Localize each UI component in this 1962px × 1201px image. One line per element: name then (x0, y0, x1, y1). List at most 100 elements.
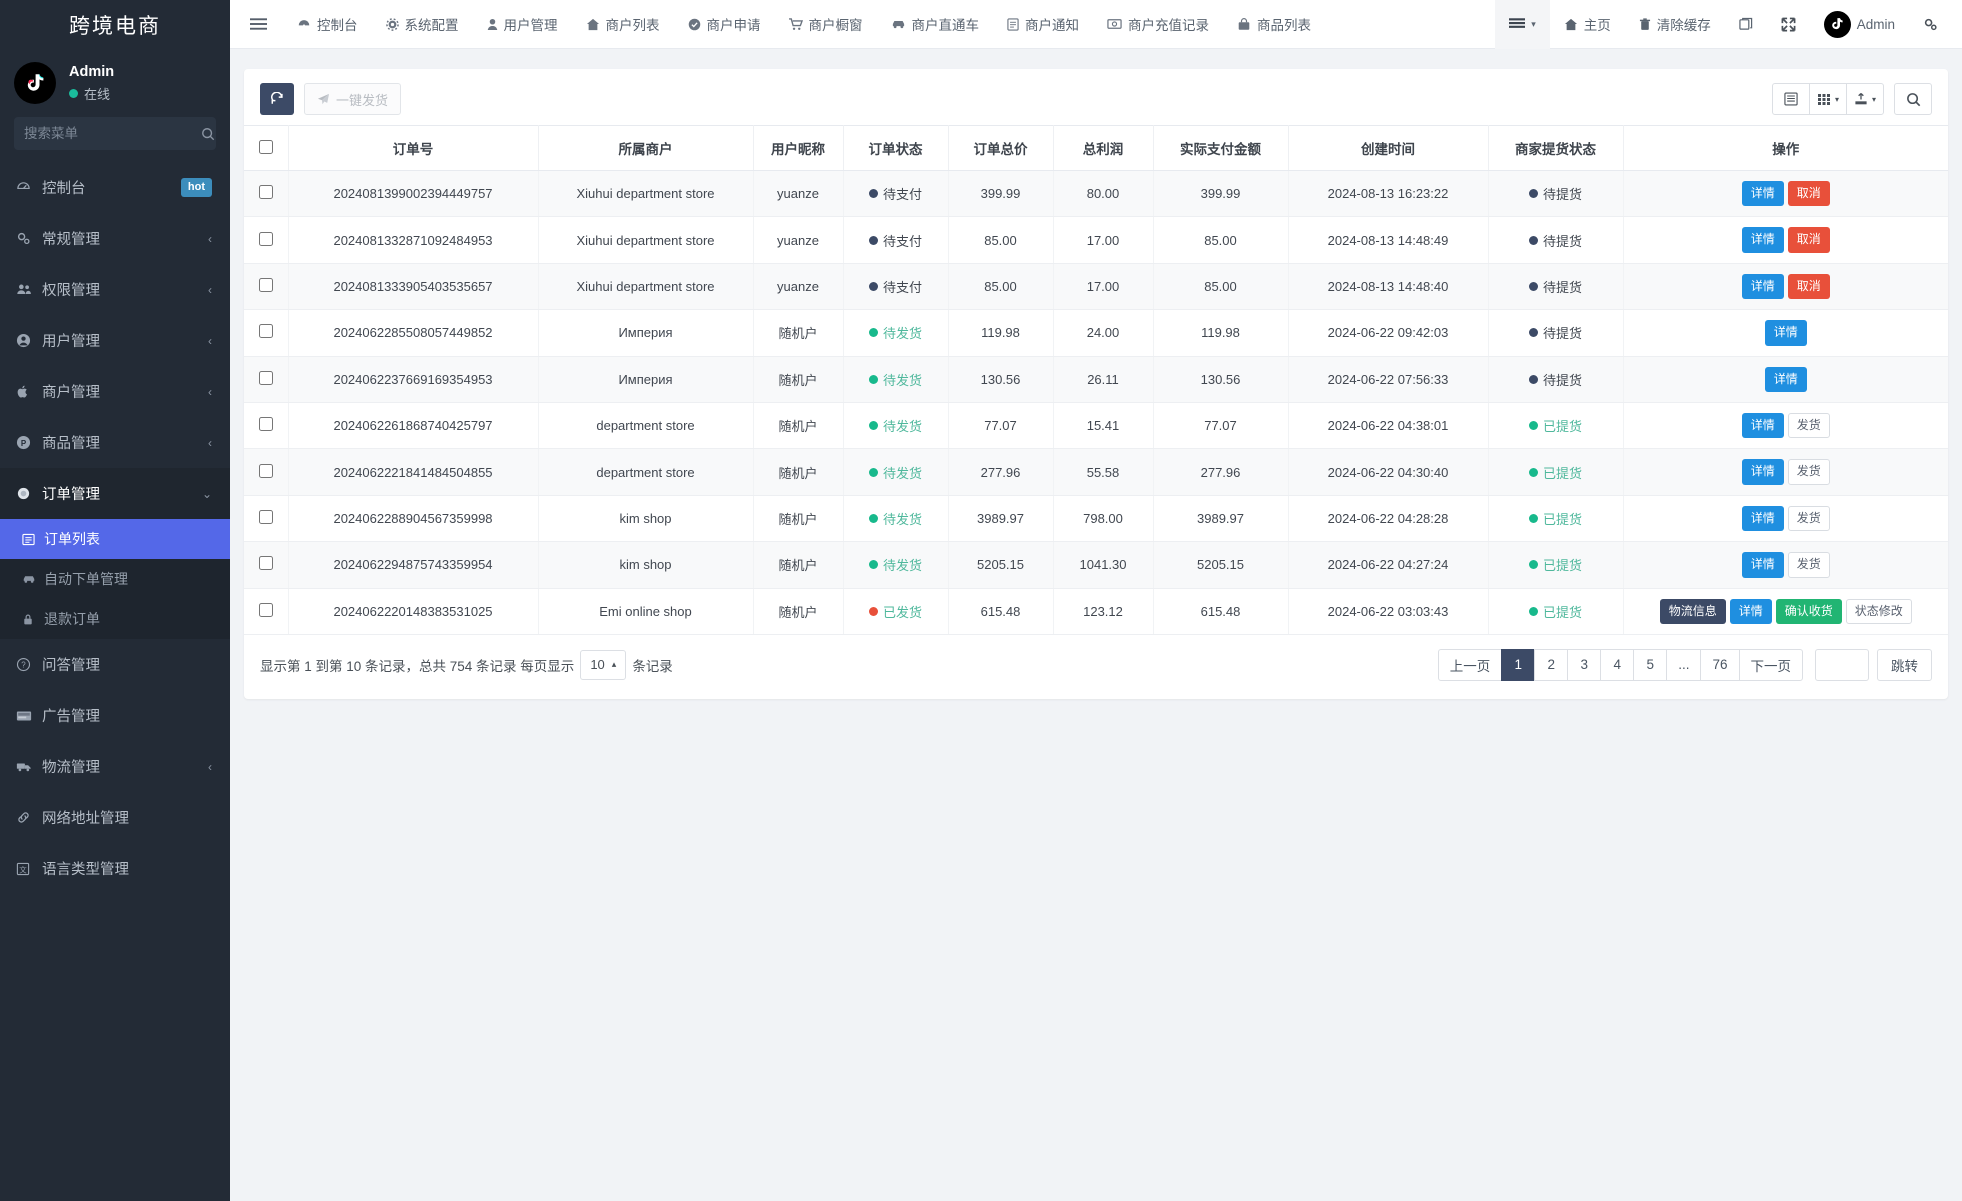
action-button-详情[interactable]: 详情 (1742, 506, 1784, 531)
page-button-1[interactable]: 1 (1501, 649, 1535, 681)
page-button-4[interactable]: 4 (1600, 649, 1634, 681)
sidebar-item-orders[interactable]: 订单管理 ⌄ (0, 468, 230, 519)
action-button-详情[interactable]: 详情 (1742, 181, 1784, 206)
nav-home-button[interactable]: 主页 (1550, 0, 1625, 49)
col-pickup-status[interactable]: 商家提货状态 (1488, 126, 1623, 171)
action-button-详情[interactable]: 详情 (1765, 320, 1807, 345)
sidebar-search-box[interactable] (14, 117, 216, 150)
action-button-详情[interactable]: 详情 (1730, 599, 1772, 624)
sidebar-item-logistics[interactable]: 物流管理 ‹ (0, 741, 230, 792)
nav-link-system-config[interactable]: 系统配置 (372, 0, 473, 49)
next-page-button[interactable]: 下一页 (1739, 649, 1804, 681)
sidebar-item-refund-order[interactable]: 退款订单 (0, 599, 230, 639)
table-row[interactable]: 2024081333905403535657Xiuhui department … (244, 263, 1948, 309)
col-order-total[interactable]: 订单总价 (948, 126, 1053, 171)
grid-icon[interactable]: ▾ (1809, 83, 1847, 115)
nav-link-user-mgmt[interactable]: 用户管理 (473, 0, 572, 49)
clear-cache-button[interactable]: 清除缓存 (1625, 0, 1725, 49)
nav-link-product-list[interactable]: 商品列表 (1223, 0, 1325, 49)
table-row[interactable]: 2024081332871092484953Xiuhui department … (244, 217, 1948, 263)
jump-button[interactable]: 跳转 (1877, 649, 1932, 681)
action-button-详情[interactable]: 详情 (1742, 552, 1784, 577)
cogs-icon[interactable] (1909, 0, 1952, 49)
action-button-发货[interactable]: 发货 (1788, 506, 1830, 531)
ship-all-button[interactable]: 一键发货 (304, 83, 401, 115)
col-merchant[interactable]: 所属商户 (538, 126, 753, 171)
sidebar-item-qa[interactable]: ? 问答管理 (0, 639, 230, 690)
sidebar-item-order-list[interactable]: 订单列表 (0, 519, 230, 559)
table-row[interactable]: 2024081399002394449757Xiuhui department … (244, 171, 1948, 217)
jump-page-input[interactable] (1815, 649, 1869, 681)
sidebar-item-products[interactable]: P 商品管理 ‹ (0, 417, 230, 468)
action-button-确认收货[interactable]: 确认收货 (1776, 599, 1842, 624)
nav-link-merchant-apply[interactable]: 商户申请 (674, 0, 775, 49)
page-button-76[interactable]: 76 (1700, 649, 1739, 681)
columns-icon[interactable] (1772, 83, 1810, 115)
action-button-发货[interactable]: 发货 (1788, 413, 1830, 438)
table-row[interactable]: 2024062221841484504855department store随机… (244, 449, 1948, 495)
export-icon[interactable]: ▾ (1846, 83, 1884, 115)
row-checkbox[interactable] (259, 556, 273, 570)
row-checkbox[interactable] (259, 417, 273, 431)
nav-link-merchant-list[interactable]: 商户列表 (572, 0, 674, 49)
row-checkbox[interactable] (259, 603, 273, 617)
sidebar-item-merchants[interactable]: 商户管理 ‹ (0, 366, 230, 417)
per-page-select[interactable]: 10 ▴ (580, 650, 626, 680)
refresh-button[interactable] (260, 83, 294, 115)
prev-page-button[interactable]: 上一页 (1438, 649, 1503, 681)
window-restore-icon[interactable] (1725, 0, 1767, 49)
row-checkbox[interactable] (259, 185, 273, 199)
table-row[interactable]: 2024062288904567359998kim shop随机户待发货3989… (244, 495, 1948, 541)
nav-link-merchant-notice[interactable]: 商户通知 (993, 0, 1093, 49)
action-button-取消[interactable]: 取消 (1788, 227, 1830, 252)
row-checkbox[interactable] (259, 324, 273, 338)
table-row[interactable]: 2024062261868740425797department store随机… (244, 402, 1948, 448)
nav-link-merchant-recharge[interactable]: 商户充值记录 (1093, 0, 1223, 49)
action-button-状态修改[interactable]: 状态修改 (1846, 599, 1912, 624)
table-row[interactable]: 2024062237669169354953Империя随机户待发货130.5… (244, 356, 1948, 402)
user-menu[interactable]: Admin (1810, 0, 1909, 49)
table-row[interactable]: 2024062294875743359954kim shop随机户待发货5205… (244, 542, 1948, 588)
list-menu-icon[interactable]: ▾ (1495, 0, 1550, 49)
row-checkbox[interactable] (259, 510, 273, 524)
col-paid-amount[interactable]: 实际支付金额 (1153, 126, 1288, 171)
nav-link-dashboard[interactable]: 控制台 (283, 0, 372, 49)
col-order-status[interactable]: 订单状态 (843, 126, 948, 171)
select-all-checkbox[interactable] (259, 140, 273, 154)
page-button-5[interactable]: 5 (1633, 649, 1667, 681)
sidebar-item-general[interactable]: 常规管理 ‹ (0, 213, 230, 264)
table-row[interactable]: 2024062285508057449852Империя随机户待发货119.9… (244, 310, 1948, 356)
col-total-profit[interactable]: 总利润 (1053, 126, 1153, 171)
sidebar-item-dashboard[interactable]: 控制台 hot (0, 162, 230, 213)
action-button-发货[interactable]: 发货 (1788, 459, 1830, 484)
action-button-物流信息[interactable]: 物流信息 (1660, 599, 1726, 624)
action-button-详情[interactable]: 详情 (1742, 413, 1784, 438)
search-input[interactable] (24, 126, 201, 141)
row-checkbox[interactable] (259, 232, 273, 246)
search-icon[interactable] (201, 127, 215, 141)
row-checkbox[interactable] (259, 371, 273, 385)
nav-link-merchant-express[interactable]: 商户直通车 (877, 0, 994, 49)
table-row[interactable]: 2024062220148383531025Emi online shop随机户… (244, 588, 1948, 634)
col-nickname[interactable]: 用户昵称 (753, 126, 843, 171)
col-order-no[interactable]: 订单号 (288, 126, 538, 171)
sidebar-item-permissions[interactable]: 权限管理 ‹ (0, 264, 230, 315)
action-button-发货[interactable]: 发货 (1788, 552, 1830, 577)
action-button-取消[interactable]: 取消 (1788, 274, 1830, 299)
expand-icon[interactable] (1767, 0, 1810, 49)
sidebar-item-network-address[interactable]: 网络地址管理 (0, 792, 230, 843)
sidebar-item-language-type[interactable]: 文 语言类型管理 (0, 843, 230, 894)
action-button-详情[interactable]: 详情 (1742, 274, 1784, 299)
action-button-详情[interactable]: 详情 (1742, 459, 1784, 484)
sidebar-item-users[interactable]: 用户管理 ‹ (0, 315, 230, 366)
action-button-详情[interactable]: 详情 (1765, 367, 1807, 392)
action-button-取消[interactable]: 取消 (1788, 181, 1830, 206)
nav-link-merchant-window[interactable]: 商户橱窗 (775, 0, 877, 49)
sidebar-item-auto-order[interactable]: 自动下单管理 (0, 559, 230, 599)
hamburger-icon[interactable] (230, 17, 283, 31)
sidebar-item-ads[interactable]: 广告管理 (0, 690, 230, 741)
page-button-3[interactable]: 3 (1567, 649, 1601, 681)
row-checkbox[interactable] (259, 278, 273, 292)
col-created-time[interactable]: 创建时间 (1288, 126, 1488, 171)
page-button-2[interactable]: 2 (1534, 649, 1568, 681)
